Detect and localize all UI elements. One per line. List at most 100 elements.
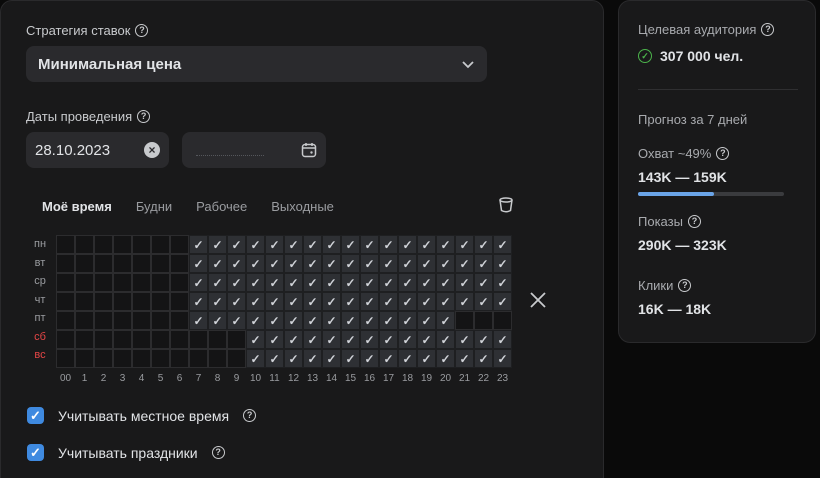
schedule-cell-selected[interactable]: [227, 292, 246, 311]
schedule-cell[interactable]: [170, 349, 189, 368]
schedule-cell[interactable]: [132, 292, 151, 311]
schedule-cell[interactable]: [113, 254, 132, 273]
schedule-cell-selected[interactable]: [379, 330, 398, 349]
schedule-cell-selected[interactable]: [417, 349, 436, 368]
schedule-cell-selected[interactable]: [341, 311, 360, 330]
schedule-cell-selected[interactable]: [493, 330, 512, 349]
schedule-cell[interactable]: [189, 349, 208, 368]
schedule-cell[interactable]: [189, 330, 208, 349]
schedule-cell-selected[interactable]: [227, 311, 246, 330]
schedule-cell-selected[interactable]: [455, 254, 474, 273]
schedule-cell-selected[interactable]: [436, 311, 455, 330]
schedule-cell[interactable]: [132, 311, 151, 330]
schedule-cell-selected[interactable]: [265, 292, 284, 311]
schedule-cell-selected[interactable]: [303, 273, 322, 292]
schedule-cell[interactable]: [170, 273, 189, 292]
bid-strategy-select[interactable]: Минимальная цена: [26, 46, 487, 82]
schedule-cell-selected[interactable]: [455, 349, 474, 368]
schedule-cell-selected[interactable]: [246, 311, 265, 330]
schedule-cell-selected[interactable]: [493, 292, 512, 311]
schedule-cell-selected[interactable]: [455, 330, 474, 349]
help-icon[interactable]: ?: [211, 446, 225, 459]
schedule-cell[interactable]: [56, 292, 75, 311]
help-icon[interactable]: ?: [137, 110, 151, 123]
schedule-cell-selected[interactable]: [246, 330, 265, 349]
schedule-cell[interactable]: [113, 235, 132, 254]
schedule-cell-selected[interactable]: [246, 273, 265, 292]
schedule-cell-selected[interactable]: [303, 235, 322, 254]
schedule-cell-selected[interactable]: [227, 254, 246, 273]
schedule-cell-selected[interactable]: [398, 292, 417, 311]
help-icon[interactable]: ?: [687, 215, 701, 228]
schedule-cell-selected[interactable]: [436, 292, 455, 311]
schedule-cell-selected[interactable]: [398, 349, 417, 368]
schedule-cell[interactable]: [208, 349, 227, 368]
schedule-cell[interactable]: [151, 330, 170, 349]
schedule-cell-selected[interactable]: [227, 273, 246, 292]
schedule-cell[interactable]: [75, 235, 94, 254]
calendar-icon[interactable]: [301, 142, 317, 158]
tab-weekdays[interactable]: Будни: [124, 191, 184, 223]
schedule-cell[interactable]: [94, 330, 113, 349]
schedule-cell[interactable]: [132, 273, 151, 292]
schedule-cell[interactable]: [113, 330, 132, 349]
checkbox-checked[interactable]: [27, 444, 44, 461]
schedule-cell-selected[interactable]: [436, 254, 455, 273]
schedule-cell-selected[interactable]: [436, 273, 455, 292]
schedule-cell-selected[interactable]: [189, 273, 208, 292]
schedule-cell-selected[interactable]: [379, 349, 398, 368]
local-time-checkbox[interactable]: Учитывать местное время ?: [27, 407, 257, 424]
schedule-cell-selected[interactable]: [341, 349, 360, 368]
schedule-cell-selected[interactable]: [284, 235, 303, 254]
schedule-cell[interactable]: [56, 311, 75, 330]
schedule-cell[interactable]: [56, 235, 75, 254]
schedule-cell-selected[interactable]: [493, 254, 512, 273]
schedule-cell-selected[interactable]: [303, 254, 322, 273]
schedule-cell-selected[interactable]: [322, 292, 341, 311]
schedule-cell[interactable]: [151, 273, 170, 292]
schedule-cell[interactable]: [132, 330, 151, 349]
schedule-cell-selected[interactable]: [322, 273, 341, 292]
schedule-cell[interactable]: [113, 311, 132, 330]
schedule-cell-selected[interactable]: [303, 330, 322, 349]
schedule-cell-selected[interactable]: [474, 235, 493, 254]
close-icon[interactable]: [529, 291, 547, 309]
schedule-cell-selected[interactable]: [246, 349, 265, 368]
schedule-cell[interactable]: [208, 330, 227, 349]
schedule-cell-selected[interactable]: [379, 292, 398, 311]
schedule-cell-selected[interactable]: [341, 330, 360, 349]
schedule-cell-selected[interactable]: [208, 273, 227, 292]
schedule-cell-selected[interactable]: [398, 254, 417, 273]
schedule-cell-selected[interactable]: [417, 292, 436, 311]
schedule-cell-selected[interactable]: [265, 311, 284, 330]
schedule-cell-selected[interactable]: [379, 235, 398, 254]
schedule-cell[interactable]: [493, 311, 512, 330]
schedule-cell-selected[interactable]: [417, 330, 436, 349]
checkbox-checked[interactable]: [27, 407, 44, 424]
schedule-cell-selected[interactable]: [360, 254, 379, 273]
schedule-cell-selected[interactable]: [360, 311, 379, 330]
schedule-cell-selected[interactable]: [322, 235, 341, 254]
schedule-cell-selected[interactable]: [360, 330, 379, 349]
schedule-cell[interactable]: [94, 254, 113, 273]
schedule-cell-selected[interactable]: [322, 349, 341, 368]
schedule-cell-selected[interactable]: [436, 349, 455, 368]
schedule-cell[interactable]: [56, 349, 75, 368]
schedule-cell-selected[interactable]: [208, 311, 227, 330]
schedule-cell[interactable]: [56, 273, 75, 292]
tab-weekends[interactable]: Выходные: [259, 191, 346, 223]
schedule-cell-selected[interactable]: [284, 292, 303, 311]
schedule-cell-selected[interactable]: [341, 292, 360, 311]
schedule-cell[interactable]: [170, 235, 189, 254]
schedule-cell-selected[interactable]: [493, 235, 512, 254]
schedule-cell[interactable]: [113, 349, 132, 368]
schedule-cell-selected[interactable]: [360, 292, 379, 311]
schedule-cell-selected[interactable]: [208, 292, 227, 311]
schedule-cell-selected[interactable]: [284, 330, 303, 349]
schedule-cell-selected[interactable]: [417, 235, 436, 254]
help-icon[interactable]: ?: [678, 279, 692, 292]
help-icon[interactable]: ?: [135, 24, 149, 37]
schedule-cell[interactable]: [151, 292, 170, 311]
schedule-cell[interactable]: [75, 273, 94, 292]
schedule-cell-selected[interactable]: [417, 254, 436, 273]
